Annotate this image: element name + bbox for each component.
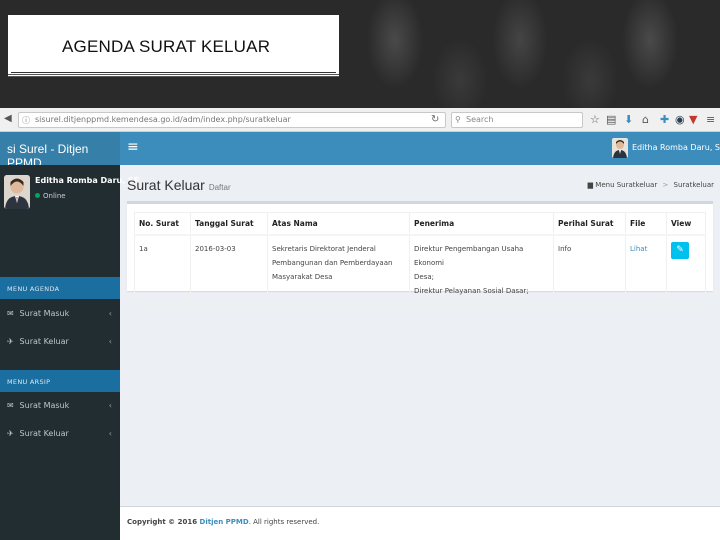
breadcrumb: ▆ Menu Suratkeluar > Suratkeluar bbox=[588, 181, 714, 189]
search-icon: ⚲ bbox=[455, 115, 461, 124]
address-bar[interactable]: ⓘ sisurel.ditjenppmd.kemendesa.go.id/adm… bbox=[18, 112, 446, 128]
breadcrumb-item-current: Suratkeluar bbox=[673, 181, 714, 189]
cell-line: Masyarakat Desa bbox=[272, 272, 333, 281]
sidebar-item-arsip-surat-masuk[interactable]: ✉ Surat Masuk ‹ bbox=[0, 394, 120, 418]
envelope-icon: ✉ bbox=[7, 401, 14, 410]
addon-icon[interactable]: ✚ bbox=[660, 113, 669, 126]
sidebar-toggle-icon[interactable]: ≡ bbox=[127, 139, 139, 155]
chevron-left-icon: ‹ bbox=[108, 309, 112, 318]
pocket-icon[interactable]: ◉ bbox=[675, 113, 685, 126]
menu-icon[interactable]: ≡ bbox=[706, 113, 715, 126]
back-icon[interactable]: ◀ bbox=[4, 113, 12, 124]
surat-keluar-table: No. Surat Tanggal Surat Atas Nama Peneri… bbox=[134, 212, 706, 305]
search-placeholder: Search bbox=[466, 115, 494, 124]
shield-icon[interactable]: ▼ bbox=[689, 113, 697, 126]
column-header[interactable]: Penerima bbox=[409, 212, 554, 236]
footer-org-link[interactable]: Ditjen PPMD bbox=[200, 518, 249, 526]
menu-header-arsip: MENU ARSIP bbox=[0, 370, 120, 392]
sidebar-user-name: Editha Romba Daru, SE bbox=[35, 176, 140, 185]
content-box: No. Surat Tanggal Surat Atas Nama Peneri… bbox=[127, 201, 713, 305]
title-underline bbox=[11, 72, 336, 73]
sidebar-item-label: Surat Masuk bbox=[19, 401, 70, 410]
cell-line: Sekretaris Direktorat Jenderal bbox=[272, 244, 376, 253]
avatar bbox=[4, 175, 30, 209]
user-status-text: Online bbox=[43, 192, 66, 200]
cell-line: Direktur Pengembangan Usaha Ekonomi bbox=[414, 244, 524, 267]
cell-line: Pembangunan dan Pemberdayaan bbox=[272, 258, 393, 267]
page-title-text: Surat Keluar bbox=[127, 177, 205, 193]
download-icon[interactable]: ⬇ bbox=[624, 113, 633, 126]
dashboard-icon: ▆ bbox=[587, 181, 594, 189]
cell-no-surat: 1a bbox=[134, 234, 191, 305]
envelope-icon: ✉ bbox=[7, 309, 14, 318]
header-avatar bbox=[612, 138, 628, 158]
table-header-row: No. Surat Tanggal Surat Atas Nama Peneri… bbox=[134, 212, 706, 236]
page-title: Surat Keluar Daftar bbox=[127, 177, 231, 193]
column-header[interactable]: No. Surat bbox=[134, 212, 191, 236]
app-header: si Surel - Ditjen PPMD ≡ Editha Romba Da… bbox=[0, 132, 720, 170]
cell-file: Lihat bbox=[625, 234, 667, 305]
breadcrumb-item-menu[interactable]: Menu Suratkeluar bbox=[595, 181, 657, 189]
cell-perihal: Info bbox=[553, 234, 626, 305]
clipboard-icon[interactable]: ▤ bbox=[606, 113, 616, 126]
chevron-left-icon: ‹ bbox=[108, 401, 112, 410]
cell-line: Direktur Pelayanan Sosial Dasar; bbox=[414, 286, 529, 295]
column-header[interactable]: View bbox=[666, 212, 706, 236]
sidebar-item-agenda-surat-masuk[interactable]: ✉ Surat Masuk ‹ bbox=[0, 302, 120, 326]
header-user-name: Editha Romba Daru, SE bbox=[632, 143, 720, 152]
paper-plane-icon: ✈ bbox=[7, 429, 14, 438]
column-header[interactable]: File bbox=[625, 212, 667, 236]
chevron-left-icon: ‹ bbox=[108, 429, 112, 438]
footer-suffix: . All rights reserved. bbox=[248, 518, 320, 526]
table-row: 1a 2016-03-03 Sekretaris Direktorat Jend… bbox=[134, 234, 706, 305]
footer: Copyright © 2016 Ditjen PPMD. All rights… bbox=[120, 506, 720, 540]
star-icon[interactable]: ☆ bbox=[590, 113, 600, 126]
cell-atas-nama: Sekretaris Direktorat Jenderal Pembangun… bbox=[267, 234, 410, 305]
cell-penerima: Direktur Pengembangan Usaha Ekonomi Desa… bbox=[409, 234, 554, 305]
home-icon[interactable]: ⌂ bbox=[642, 113, 649, 126]
file-link[interactable]: Lihat bbox=[630, 245, 647, 253]
browser-screenshot: ◀ ⓘ sisurel.ditjenppmd.kemendesa.go.id/a… bbox=[0, 108, 720, 540]
user-panel: Editha Romba Daru, SE Online bbox=[0, 165, 139, 225]
reload-icon[interactable]: ↻ bbox=[431, 114, 439, 125]
breadcrumb-separator: > bbox=[662, 181, 669, 189]
info-icon: ⓘ bbox=[22, 116, 30, 125]
edit-icon: ✎ bbox=[676, 244, 684, 255]
url-text: sisurel.ditjenppmd.kemendesa.go.id/adm/i… bbox=[35, 115, 291, 124]
sidebar-item-label: Surat Masuk bbox=[19, 309, 70, 318]
menu-header-agenda: MENU AGENDA bbox=[0, 277, 120, 299]
sidebar: Editha Romba Daru, SE Online MENU AGENDA… bbox=[0, 165, 139, 540]
browser-search-input[interactable]: ⚲ Search bbox=[451, 112, 583, 128]
cell-view: ✎ bbox=[666, 234, 706, 305]
column-header[interactable]: Tanggal Surat bbox=[190, 212, 268, 236]
page-subtitle: Daftar bbox=[208, 183, 231, 192]
sidebar-item-arsip-surat-keluar[interactable]: ✈ Surat Keluar ‹ bbox=[0, 422, 120, 446]
slide-title: AGENDA SURAT KELUAR bbox=[62, 37, 271, 56]
cell-line: Desa; bbox=[414, 272, 434, 281]
browser-toolbar: ◀ ⓘ sisurel.ditjenppmd.kemendesa.go.id/a… bbox=[0, 108, 720, 132]
slide-title-box: AGENDA SURAT KELUAR bbox=[8, 15, 339, 77]
chevron-left-icon: ‹ bbox=[108, 337, 112, 346]
column-header[interactable]: Perihal Surat bbox=[553, 212, 626, 236]
footer-copyright: Copyright © 2016 bbox=[127, 518, 200, 526]
app-logo[interactable]: si Surel - Ditjen PPMD bbox=[0, 132, 120, 170]
online-dot-icon bbox=[35, 193, 40, 198]
column-header[interactable]: Atas Nama bbox=[267, 212, 410, 236]
cell-tanggal: 2016-03-03 bbox=[190, 234, 268, 305]
sidebar-item-label: Surat Keluar bbox=[19, 429, 69, 438]
sidebar-item-agenda-surat-keluar[interactable]: ✈ Surat Keluar ‹ bbox=[0, 330, 120, 354]
user-status: Online bbox=[35, 192, 66, 200]
paper-plane-icon: ✈ bbox=[7, 337, 14, 346]
sidebar-item-label: Surat Keluar bbox=[19, 337, 69, 346]
view-button[interactable]: ✎ bbox=[671, 241, 689, 259]
